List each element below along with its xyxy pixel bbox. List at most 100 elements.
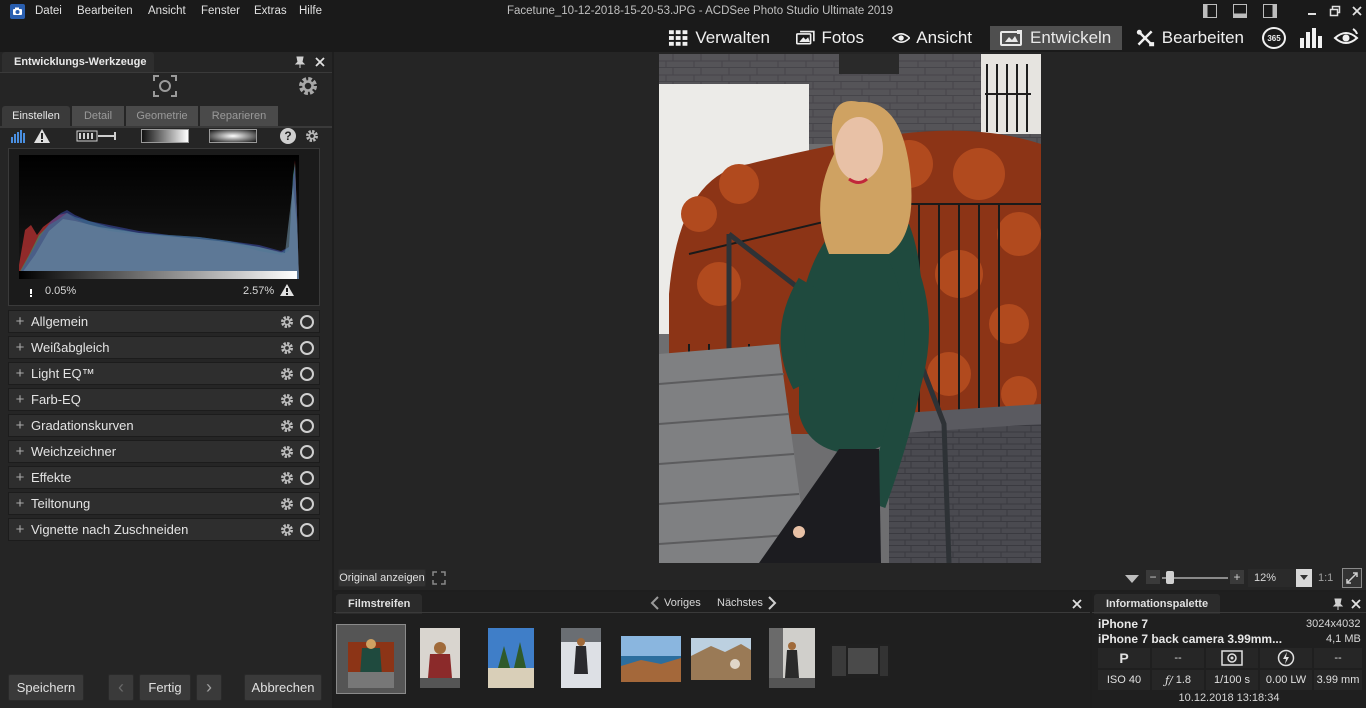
section-gear-icon[interactable] <box>279 366 295 382</box>
filmstrip-thumbnail[interactable] <box>420 628 460 688</box>
minimize-icon[interactable] <box>1304 3 1320 19</box>
expand-icon[interactable]: + <box>9 521 31 538</box>
layout-right-icon[interactable] <box>1262 3 1278 19</box>
section-toggle-icon[interactable] <box>300 471 314 485</box>
show-original-button[interactable]: Original anzeigen <box>338 569 426 587</box>
previous-image-button[interactable]: Voriges <box>650 596 701 610</box>
tab-reparieren[interactable]: Reparieren <box>200 106 278 126</box>
help-icon[interactable]: ? <box>280 128 296 144</box>
section-gear-icon[interactable] <box>279 340 295 356</box>
filmstrip-thumbnail[interactable] <box>561 628 601 688</box>
expand-icon[interactable]: + <box>9 469 31 486</box>
section-gear-icon[interactable] <box>279 314 295 330</box>
mode-photos-button[interactable]: Fotos <box>786 26 874 50</box>
section-toggle-icon[interactable] <box>300 497 314 511</box>
filmstrip-thumbnail[interactable] <box>621 636 681 682</box>
expand-icon[interactable]: + <box>9 391 31 408</box>
fit-to-window-icon[interactable] <box>1342 568 1362 588</box>
pin-icon[interactable] <box>294 56 306 71</box>
tab-detail[interactable]: Detail <box>72 106 124 126</box>
tab-geometrie[interactable]: Geometrie <box>126 106 198 126</box>
clip-high-icon[interactable] <box>279 283 295 300</box>
section-teiltonung[interactable]: + Teiltonung <box>8 492 320 515</box>
layout-bottom-icon[interactable] <box>1232 3 1248 19</box>
info-close-icon[interactable] <box>1350 598 1362 613</box>
section-allgemein[interactable]: + Allgemein <box>8 310 320 333</box>
split-view-icon[interactable] <box>76 130 118 145</box>
next-arrow-button[interactable]: › <box>196 674 222 701</box>
section-vignette[interactable]: + Vignette nach Zuschneiden <box>8 518 320 541</box>
filmstrip-title: Filmstreifen <box>336 594 423 614</box>
section-light-eq[interactable]: + Light EQ™ <box>8 362 320 385</box>
clip-low-icon[interactable] <box>27 287 35 301</box>
zoom-level-field[interactable]: 12% <box>1248 569 1296 587</box>
section-weissabgleich[interactable]: + Weißabgleich <box>8 336 320 359</box>
actual-size-button[interactable]: 1:1 <box>1318 572 1333 584</box>
face-detect-icon[interactable] <box>152 74 178 101</box>
filmstrip-thumbnail[interactable] <box>348 628 394 688</box>
filmstrip-close-icon[interactable] <box>1071 598 1083 613</box>
expand-icon[interactable]: + <box>9 417 31 434</box>
section-gear-icon[interactable] <box>279 418 295 434</box>
mode-edit-button[interactable]: Bearbeiten <box>1126 26 1254 50</box>
white-balance-value: -- <box>1152 648 1204 668</box>
dashboard-icon[interactable] <box>1298 26 1324 53</box>
preset-gear-icon[interactable] <box>304 128 320 147</box>
zoom-select-arrow[interactable] <box>1296 569 1312 587</box>
section-toggle-icon[interactable] <box>300 393 314 407</box>
panel-close-icon[interactable] <box>314 56 326 71</box>
settings-gear-icon[interactable] <box>296 74 320 101</box>
section-gear-icon[interactable] <box>279 496 295 512</box>
acdsee-365-icon[interactable]: 365 <box>1262 27 1286 49</box>
filmstrip-thumbnail[interactable] <box>488 628 534 688</box>
photo-preview[interactable] <box>659 54 1041 563</box>
section-gear-icon[interactable] <box>279 522 295 538</box>
clipping-warning-icon[interactable] <box>33 128 51 147</box>
next-image-button[interactable]: Nächstes <box>717 596 777 610</box>
info-pin-icon[interactable] <box>1332 598 1344 613</box>
zoom-in-button[interactable]: + <box>1230 570 1244 584</box>
section-toggle-icon[interactable] <box>300 315 314 329</box>
previous-arrow-button[interactable]: ‹ <box>108 674 134 701</box>
fullscreen-icon[interactable] <box>432 571 446 588</box>
section-gear-icon[interactable] <box>279 392 295 408</box>
zoom-dropdown-icon[interactable] <box>1124 573 1140 587</box>
restore-icon[interactable] <box>1327 3 1343 19</box>
section-toggle-icon[interactable] <box>300 445 314 459</box>
live-view-icon[interactable] <box>1333 27 1359 52</box>
mode-view-button[interactable]: Ansicht <box>882 26 982 50</box>
section-gradationskurven[interactable]: + Gradationskurven <box>8 414 320 437</box>
linear-gradient-icon[interactable] <box>141 129 189 143</box>
close-icon[interactable] <box>1349 3 1365 19</box>
expand-icon[interactable]: + <box>9 443 31 460</box>
expand-icon[interactable]: + <box>9 365 31 382</box>
mode-develop-button[interactable]: Entwickeln <box>990 26 1122 50</box>
expand-icon[interactable]: + <box>9 313 31 330</box>
mode-manage-button[interactable]: Verwalten <box>658 26 780 50</box>
cancel-button[interactable]: Abbrechen <box>244 674 322 701</box>
section-toggle-icon[interactable] <box>300 419 314 433</box>
zoom-slider-handle[interactable] <box>1166 571 1174 584</box>
section-toggle-icon[interactable] <box>300 367 314 381</box>
section-gear-icon[interactable] <box>279 444 295 460</box>
section-toggle-icon[interactable] <box>300 523 314 537</box>
layout-left-icon[interactable] <box>1202 3 1218 19</box>
zoom-out-button[interactable]: − <box>1146 570 1160 584</box>
section-toggle-icon[interactable] <box>300 341 314 355</box>
expand-icon[interactable]: + <box>9 339 31 356</box>
histogram-icon[interactable] <box>10 128 28 147</box>
section-weichzeichner[interactable]: + Weichzeichner <box>8 440 320 463</box>
done-button[interactable]: Fertig <box>139 674 191 701</box>
section-gear-icon[interactable] <box>279 470 295 486</box>
chevron-left-icon <box>650 596 659 610</box>
save-button[interactable]: Speichern <box>8 674 84 701</box>
section-effekte[interactable]: + Effekte <box>8 466 320 489</box>
image-viewer[interactable] <box>334 52 1366 566</box>
tab-einstellen[interactable]: Einstellen <box>2 106 70 126</box>
filmstrip-thumbnail[interactable] <box>830 644 890 678</box>
filmstrip-thumbnail[interactable] <box>769 628 815 688</box>
filmstrip-thumbnail[interactable] <box>691 638 751 680</box>
expand-icon[interactable]: + <box>9 495 31 512</box>
radial-gradient-icon[interactable] <box>209 129 257 143</box>
section-farb-eq[interactable]: + Farb-EQ <box>8 388 320 411</box>
